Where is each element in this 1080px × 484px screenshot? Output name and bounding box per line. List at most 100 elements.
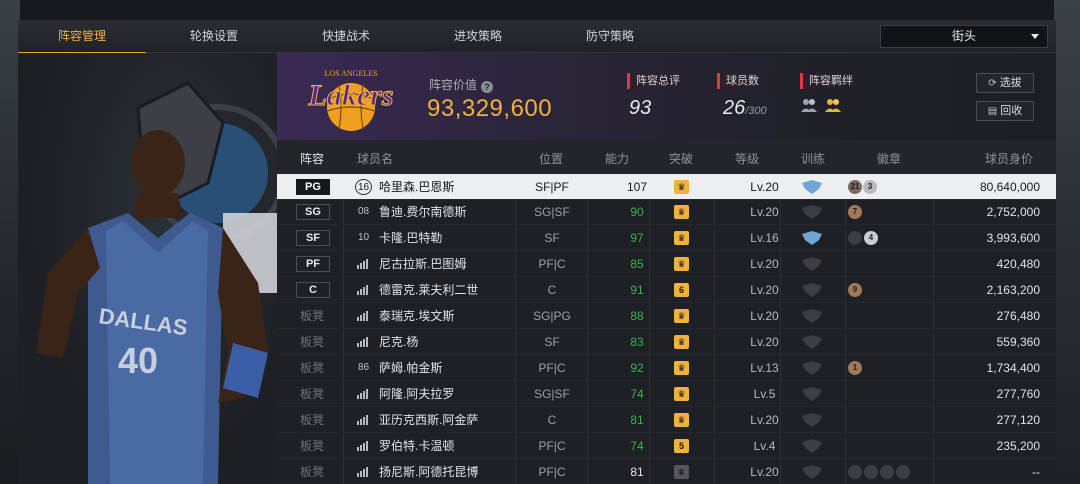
table-row[interactable]: C 德雷克.莱夫利二世 C 91 6 Lv.20 9 2,163,200 (277, 277, 1056, 303)
badge-icon[interactable]: 21 (848, 180, 862, 194)
table-row[interactable]: 板凳 86 萨姆.帕金斯 PF|C 92 ♛ Lv.13 1 1,734,400 (277, 355, 1056, 381)
svg-text:Lakers: Lakers (308, 79, 394, 112)
col-lineup[interactable]: 阵容 (300, 150, 324, 167)
row-salary: 277,760 (996, 387, 1040, 401)
badge-slot-icon[interactable] (848, 465, 862, 479)
table-row[interactable]: SG 08 鲁迪.费尔南德斯 SG|SF 90 ♛ Lv.20 7 2,752,000 (277, 199, 1056, 225)
signal-icon (357, 415, 368, 425)
bond-group-gold-icon[interactable] (824, 97, 842, 113)
select-button[interactable]: ⟳ 选拔 (976, 73, 1034, 93)
tab-lineup-management[interactable]: 阵容管理 (18, 20, 146, 54)
training-icon[interactable] (801, 361, 823, 375)
row-slot: 板凳 (300, 361, 325, 375)
row-slot: 板凳 (300, 309, 325, 323)
row-salary: 276,480 (996, 309, 1040, 323)
bond-group-icon[interactable] (800, 97, 818, 113)
badge-icon[interactable]: 3 (863, 180, 877, 194)
lineup-rating: 阵容总评 93 (627, 73, 696, 120)
lineup-value: 93,329,600 (427, 95, 553, 122)
row-player-name: 哈里森.巴恩斯 (379, 180, 455, 194)
row-position: SG|SF (534, 205, 570, 219)
row-level: Lv.20 (750, 465, 779, 479)
lineup-bond-label: 阵容羁绊 (800, 73, 869, 89)
col-level[interactable]: 等级 (735, 150, 759, 167)
training-icon[interactable] (801, 257, 823, 271)
crown-icon: ♛ (674, 361, 689, 375)
row-slot: 板凳 (300, 439, 325, 453)
row-jersey-number: 10 (357, 232, 370, 243)
col-ability[interactable]: 能力 (605, 150, 629, 167)
col-salary[interactable]: 球员身价 (985, 150, 1033, 167)
signal-icon (357, 311, 368, 321)
tab-rotation-settings[interactable]: 轮换设置 (146, 20, 282, 53)
col-player-name[interactable]: 球员名 (357, 150, 393, 167)
tab-quick-tactics[interactable]: 快捷战术 (282, 20, 410, 53)
table-row[interactable]: 板凳 亚历克西斯.阿金萨 C 81 ♛ Lv.20 277,120 (277, 407, 1056, 433)
training-icon[interactable] (801, 465, 823, 479)
crown-icon: ♛ (674, 465, 689, 479)
tab-defense-strategy[interactable]: 防守策略 (546, 20, 674, 53)
document-icon: ▤ (987, 106, 998, 117)
badge-slot-icon[interactable] (848, 231, 862, 245)
training-icon[interactable] (801, 283, 823, 297)
badge-icon[interactable]: 7 (848, 205, 862, 219)
table-row[interactable]: SF 10 卡隆.巴特勒 SF 97 ♛ Lv.16 4 3,993,600 (277, 225, 1056, 251)
training-icon[interactable] (801, 180, 823, 194)
mode-dropdown[interactable]: 街头 (880, 25, 1048, 48)
table-row[interactable]: 板凳 罗伯特.卡温顿 PF|C 74 5 Lv.4 235,200 (277, 433, 1056, 459)
row-salary: 559,360 (996, 335, 1040, 349)
row-position: SG|SF (534, 387, 570, 401)
roster-table: 阵容 球员名 位置 能力 突破 等级 训练 徽章 球员身价 PG 16 哈里森.巴恩… (277, 140, 1056, 484)
training-icon[interactable] (801, 413, 823, 427)
badge-slot-icon[interactable] (864, 465, 878, 479)
row-level: Lv.13 (750, 361, 779, 375)
training-icon[interactable] (801, 309, 823, 323)
crown-icon: ♛ (674, 309, 689, 323)
table-row[interactable]: 板凳 阿隆.阿夫拉罗 SG|SF 74 ♛ Lv.5 277,760 (277, 381, 1056, 407)
row-level: Lv.20 (750, 413, 779, 427)
table-row[interactable]: PF 尼古拉斯.巴图姆 PF|C 85 ♛ Lv.20 420,480 (277, 251, 1056, 277)
signal-icon (357, 337, 368, 347)
badge-slot-icon[interactable] (880, 465, 894, 479)
training-icon[interactable] (801, 205, 823, 219)
col-badges[interactable]: 徽章 (877, 150, 901, 167)
table-row[interactable]: 板凳 扬尼斯.阿德托昆博 PF|C 81 ♛ Lv.20 -- (277, 459, 1056, 484)
row-level: Lv.20 (750, 257, 779, 271)
row-slot: SG (296, 204, 330, 220)
training-icon[interactable] (801, 335, 823, 349)
table-row[interactable]: 板凳 泰瑞克.埃文斯 SG|PG 88 ♛ Lv.20 276,480 (277, 303, 1056, 329)
signal-icon (357, 389, 368, 399)
badge-icon[interactable]: 9 (848, 283, 862, 297)
signal-icon (357, 467, 368, 477)
badge-icon[interactable]: 1 (848, 361, 862, 375)
row-slot: C (296, 282, 330, 298)
row-salary: 277,120 (996, 413, 1040, 427)
row-position: SG|PG (533, 309, 571, 323)
training-icon[interactable] (801, 387, 823, 401)
col-position[interactable]: 位置 (539, 150, 563, 167)
tab-offense-strategy[interactable]: 进攻策略 (410, 20, 546, 53)
recycle-button[interactable]: ▤ 回收 (976, 101, 1034, 121)
crown-icon: 6 (674, 283, 689, 297)
col-training[interactable]: 训练 (801, 150, 825, 167)
team-logo: LOS ANGELES Lakers (291, 63, 411, 136)
col-breakthrough[interactable]: 突破 (669, 150, 693, 167)
row-player-name: 扬尼斯.阿德托昆博 (379, 465, 479, 479)
table-row[interactable]: PG 16 哈里森.巴恩斯 SF|PF 107 ♛ Lv.20 21 3 80,640,000 (277, 174, 1056, 200)
table-row[interactable]: 板凳 尼克.杨 SF 83 ♛ Lv.20 559,360 (277, 329, 1056, 355)
row-salary: 80,640,000 (979, 180, 1040, 194)
training-icon[interactable] (801, 439, 823, 453)
row-slot: PF (296, 256, 330, 272)
crown-icon: ♛ (674, 413, 689, 427)
row-ability: 81 (630, 465, 644, 479)
signal-icon (357, 285, 368, 295)
player-portrait-image: DALLAS 40 (36, 81, 277, 484)
svg-text:LOS ANGELES: LOS ANGELES (324, 69, 377, 78)
training-icon[interactable] (801, 231, 823, 245)
badge-slot-icon[interactable] (896, 465, 910, 479)
help-icon[interactable]: ? (481, 81, 494, 93)
crown-icon: ♛ (674, 335, 689, 349)
badge-icon[interactable]: 4 (864, 231, 878, 245)
row-salary: 3,993,600 (986, 231, 1040, 245)
player-count-value: 26 (723, 97, 746, 119)
